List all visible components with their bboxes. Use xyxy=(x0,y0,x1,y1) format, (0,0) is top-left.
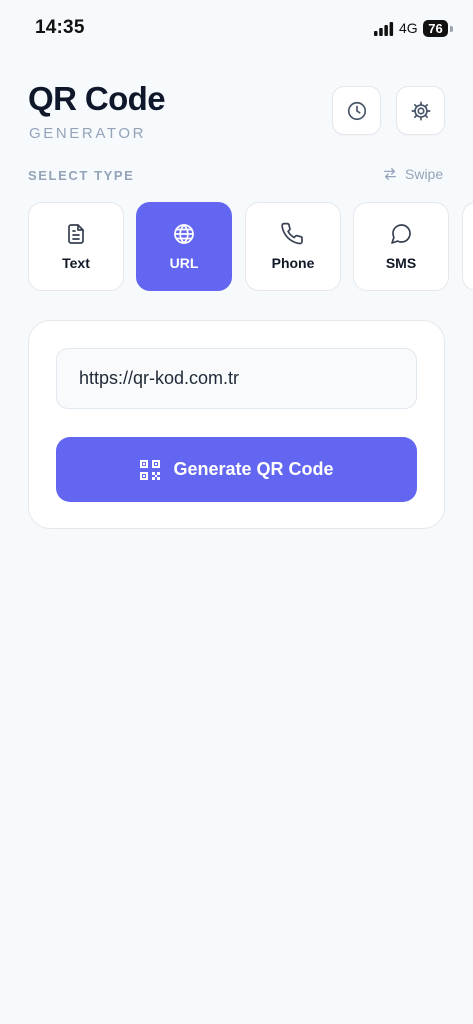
tab-url-label: URL xyxy=(169,255,199,271)
generate-qr-label: Generate QR Code xyxy=(173,459,334,479)
qr-code-icon xyxy=(140,459,161,480)
battery-icon: 76 xyxy=(423,20,453,37)
app-screen: 14:35 4G 76 QR Code GENERATOR SELECT TYP… xyxy=(0,0,473,1024)
tab-more-offscreen[interactable] xyxy=(462,202,473,291)
status-time: 14:35 xyxy=(35,17,85,38)
phone-icon xyxy=(281,222,303,245)
tab-text[interactable]: Text xyxy=(28,202,124,291)
url-input[interactable] xyxy=(56,348,417,409)
settings-button[interactable] xyxy=(396,86,445,135)
tab-sms-label: SMS xyxy=(385,255,417,271)
document-icon xyxy=(68,224,84,244)
network-type: 4G xyxy=(399,20,418,36)
tab-text-label: Text xyxy=(62,255,90,271)
chat-bubble-icon xyxy=(391,224,411,244)
app-subtitle: GENERATOR xyxy=(29,125,147,142)
generate-qr-button[interactable]: Generate QR Code xyxy=(56,437,417,502)
app-title: QR Code xyxy=(28,80,166,117)
signal-strength-icon xyxy=(374,22,394,36)
swap-arrows-icon xyxy=(384,168,396,180)
history-button[interactable] xyxy=(332,86,381,135)
swipe-hint: Swipe xyxy=(383,166,443,182)
input-card: Generate QR Code xyxy=(28,320,445,529)
gear-icon xyxy=(410,100,431,121)
swipe-hint-text: Swipe xyxy=(405,166,444,182)
globe-icon xyxy=(174,224,194,244)
tab-url[interactable]: URL xyxy=(136,202,232,291)
select-type-label: SELECT TYPE xyxy=(28,168,135,183)
status-bar: 14:35 4G 76 xyxy=(0,0,473,56)
clock-icon xyxy=(347,101,366,120)
tab-sms[interactable]: SMS xyxy=(353,202,449,291)
tab-phone[interactable]: Phone xyxy=(245,202,341,291)
tab-phone-label: Phone xyxy=(271,255,315,271)
battery-level: 76 xyxy=(428,21,443,36)
